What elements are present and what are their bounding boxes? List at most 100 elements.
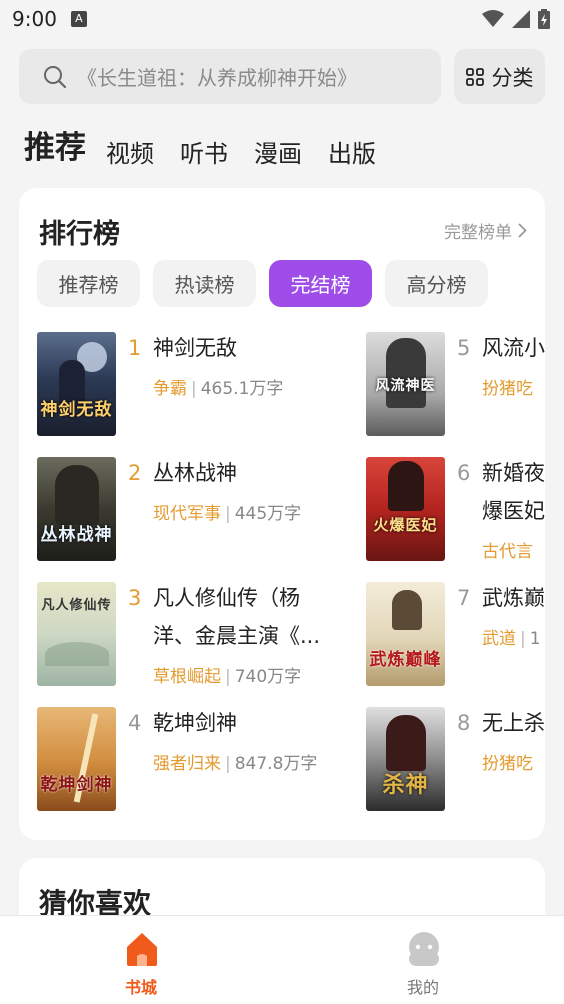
book-meta: 扮猪吃 [482,374,533,399]
cover-title: 乾坤剑神 [40,775,113,795]
category-button[interactable]: 分类 [454,49,545,104]
ranking-tab-high-score[interactable]: 高分榜 [385,260,488,307]
rank-number: 6 [457,461,471,485]
book-cover: 武炼巅峰 [366,582,445,686]
book-cover: 凡人修仙传 [37,582,116,686]
book-cover: 风流神医 [366,332,445,436]
grid-icon [465,67,484,86]
status-time: 9:00 [12,7,57,31]
book-word-count: 1 [529,629,541,649]
cover-title: 杀神 [382,772,429,798]
cover-title: 武炼巅峰 [369,650,442,670]
cover-title: 神剑无敌 [40,400,113,420]
battery-icon [538,9,550,29]
book-tag: 古代言 [482,542,533,561]
book-title: 神剑无敌 [153,336,237,360]
rank-number: 8 [457,711,471,735]
top-tabs: 推荐 视频 听书 漫画 出版 [24,120,402,170]
nav-bookstore[interactable]: 书城 [91,916,191,1004]
home-icon [127,933,157,966]
status-bar: 9:00 A [0,0,564,38]
book-word-count: 740万字 [234,667,302,687]
book-meta: 古代言 [482,537,533,561]
book-meta: 草根崛起 | 740万字 [153,667,302,687]
ranking-card: 排行榜 完整榜单 推荐榜 热读榜 完结榜 高分榜 神剑无敌 1 神剑无敌 争霸 |… [19,188,545,840]
book-title: 新婚夜 [482,461,545,485]
search-icon [44,65,67,88]
book-cover: 杀神 [366,707,445,811]
search-placeholder: 《长生道祖：从养成柳神开始》 [77,66,357,90]
book-meta: 武道 | 1 [482,629,541,649]
chevron-right-icon [518,223,527,238]
cover-title: 风流神医 [375,378,436,394]
ranking-tab-completed[interactable]: 完结榜 [269,260,372,307]
ranking-tab-hot-reading[interactable]: 热读榜 [153,260,256,307]
wifi-icon [482,10,504,27]
bottom-nav: 书城 我的 [0,915,564,1004]
rank-number: 2 [128,461,142,485]
book-item[interactable]: 杀神 8 无上杀 扮猪吃 [366,707,545,811]
book-word-count: 445万字 [234,504,302,524]
book-title: 乾坤剑神 [153,711,237,735]
book-item[interactable]: 乾坤剑神 4 乾坤剑神 强者归来 | 847.8万字 [37,707,337,811]
book-title: 武炼巅 [482,586,545,610]
book-tag: 扮猪吃 [482,754,533,774]
book-cover: 火爆医妃 [366,457,445,561]
rank-number: 5 [457,336,471,360]
tab-publishing[interactable]: 出版 [328,138,376,170]
book-item[interactable]: 丛林战神 2 丛林战神 现代军事 | 445万字 [37,457,337,561]
book-cover: 神剑无敌 [37,332,116,436]
book-tag: 现代军事 [153,504,221,524]
book-title-line2: 洋、金晨主演《... [153,624,321,648]
book-meta: 扮猪吃 [482,749,533,774]
book-item[interactable]: 风流神医 5 风流小 扮猪吃 [366,332,545,436]
profile-icon [409,932,439,966]
book-cover: 丛林战神 [37,457,116,561]
book-item[interactable]: 武炼巅峰 7 武炼巅 武道 | 1 [366,582,545,686]
rank-number: 1 [128,336,142,360]
book-word-count: 465.1万字 [200,379,284,399]
full-ranking-link[interactable]: 完整榜单 [444,218,527,243]
tab-audiobook[interactable]: 听书 [180,138,228,170]
nav-bookstore-label: 书城 [124,978,157,997]
book-cover: 乾坤剑神 [37,707,116,811]
rank-number: 3 [128,586,142,610]
book-meta: 争霸 | 465.1万字 [153,379,284,399]
search-input[interactable]: 《长生道祖：从养成柳神开始》 [19,49,441,104]
nav-profile[interactable]: 我的 [373,916,473,1004]
search-row: 《长生道祖：从养成柳神开始》 分类 [19,49,545,104]
book-tag: 强者归来 [153,754,221,774]
book-meta: 强者归来 | 847.8万字 [153,754,318,774]
ranking-tab-recommended[interactable]: 推荐榜 [37,260,140,307]
cover-title: 丛林战神 [40,525,113,545]
tab-comics[interactable]: 漫画 [254,138,302,170]
tab-video[interactable]: 视频 [106,138,154,170]
category-label: 分类 [491,65,534,90]
book-tag: 争霸 [153,379,187,399]
rank-number: 4 [128,711,142,735]
ranking-title: 排行榜 [39,219,120,250]
book-tag: 扮猪吃 [482,379,533,399]
ranking-tabs: 推荐榜 热读榜 完结榜 高分榜 [37,260,488,307]
book-title-line2: 爆医妃 [482,499,545,523]
book-item[interactable]: 凡人修仙传 3 凡人修仙传（杨 洋、金晨主演《... 草根崛起 | 740万字 [37,582,337,687]
status-icons [482,9,550,29]
book-title: 无上杀 [482,711,545,735]
book-item[interactable]: 神剑无敌 1 神剑无敌 争霸 | 465.1万字 [37,332,337,436]
book-tag: 武道 [482,629,516,649]
notification-icon: A [70,11,87,27]
book-item[interactable]: 火爆医妃 6 新婚夜 爆医妃 古代言 [366,457,545,561]
book-title: 风流小 [482,336,545,360]
book-meta: 现代军事 | 445万字 [153,504,302,524]
tab-recommend[interactable]: 推荐 [24,126,86,170]
cover-title: 火爆医妃 [373,516,438,534]
book-title: 凡人修仙传（杨 [153,586,300,610]
cover-title: 凡人修仙传 [41,598,112,613]
book-title: 丛林战神 [153,461,237,485]
book-word-count: 847.8万字 [234,754,318,774]
nav-profile-label: 我的 [406,978,439,997]
rank-number: 7 [457,586,471,610]
book-tag: 草根崛起 [153,667,221,687]
signal-icon [512,10,530,28]
full-ranking-label: 完整榜单 [444,223,512,243]
